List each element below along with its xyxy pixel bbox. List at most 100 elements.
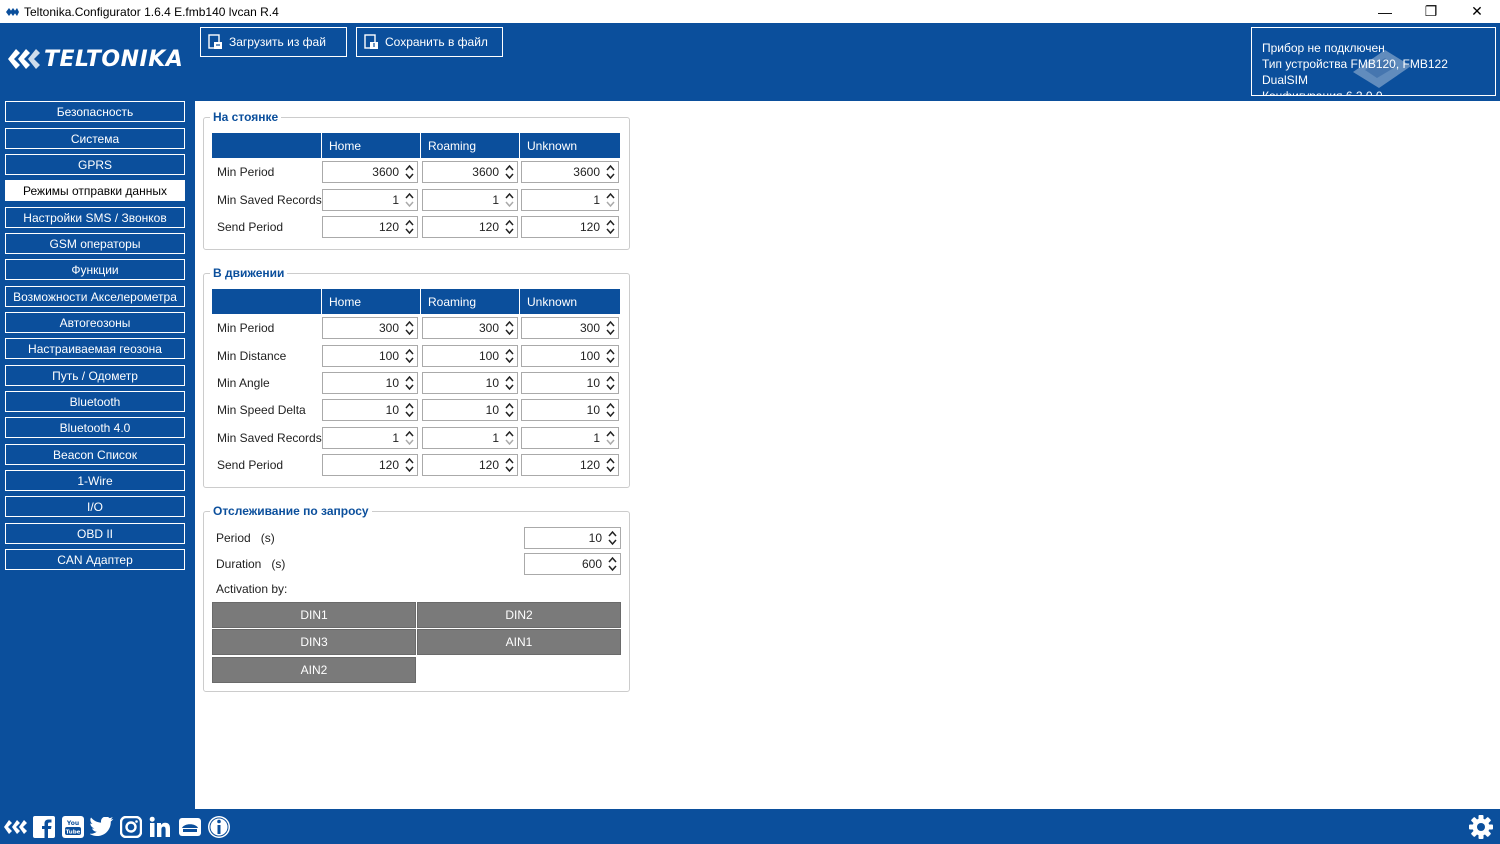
spin-arrows-icon[interactable] (403, 163, 415, 181)
spin-arrows-icon[interactable] (403, 429, 415, 447)
spin-arrows-icon[interactable] (503, 191, 515, 209)
stopped-min-saved-records-unknown[interactable]: 1 (521, 189, 619, 211)
stopped-min-period-unknown[interactable]: 3600 (521, 161, 619, 183)
sidebar-item-data-acquisition[interactable]: Режимы отправки данных (5, 180, 185, 201)
sidebar-item-1-wire[interactable]: 1-Wire (5, 470, 185, 491)
save-to-file-button[interactable]: Сохранить в файл (356, 27, 503, 57)
stopped-min-saved-records-home[interactable]: 1 (322, 189, 418, 211)
moving-min-distance-roaming[interactable]: 100 (422, 345, 518, 367)
sidebar-item-sms-call-settings[interactable]: Настройки SMS / Звонков (5, 207, 185, 228)
moving-min-speed-delta-home[interactable]: 10 (322, 399, 418, 421)
twitter-icon[interactable] (90, 815, 114, 839)
spin-arrows-icon[interactable] (606, 555, 618, 573)
spin-arrows-icon[interactable] (604, 347, 616, 365)
instagram-icon[interactable] (119, 815, 143, 839)
youtube-icon[interactable]: You Tube (61, 815, 85, 839)
moving-send-period-unknown[interactable]: 120 (521, 454, 619, 476)
stopped-min-saved-records-roaming[interactable]: 1 (422, 189, 518, 211)
sidebar-item-auto-geofence[interactable]: Автогеозоны (5, 312, 185, 333)
activation-ain1-button[interactable]: AIN1 (417, 629, 621, 655)
spin-arrows-icon[interactable] (503, 163, 515, 181)
spin-arrows-icon[interactable] (503, 401, 515, 419)
load-from-file-button[interactable]: Загрузить из фай (200, 27, 347, 57)
chat-icon[interactable] (178, 815, 202, 839)
settings-gear-icon[interactable] (1468, 814, 1494, 840)
sidebar-item-system[interactable]: Система (5, 128, 185, 149)
stopped-send-period-roaming[interactable]: 120 (422, 216, 518, 238)
sidebar-item-bluetooth[interactable]: Bluetooth (5, 391, 185, 412)
moving-min-speed-delta-roaming[interactable]: 10 (422, 399, 518, 421)
moving-min-saved-records-unknown[interactable]: 1 (521, 427, 619, 449)
sidebar-item-gsm-operators[interactable]: GSM операторы (5, 233, 185, 254)
moving-min-saved-records-home[interactable]: 1 (322, 427, 418, 449)
spin-arrows-icon[interactable] (604, 191, 616, 209)
activation-din3-button[interactable]: DIN3 (212, 629, 416, 655)
spin-arrows-icon[interactable] (604, 429, 616, 447)
duration-label: Duration (s) (216, 557, 286, 571)
linkedin-icon[interactable] (148, 815, 172, 839)
spin-arrows-icon[interactable] (604, 374, 616, 392)
sidebar-item-accelerometer[interactable]: Возможности Акселерометра (5, 286, 185, 307)
spin-arrows-icon[interactable] (403, 191, 415, 209)
moving-min-period-home[interactable]: 300 (322, 317, 418, 339)
period-input[interactable]: 10 (524, 527, 621, 549)
spin-arrows-icon[interactable] (604, 319, 616, 337)
sidebar-item-trip-odometer[interactable]: Путь / Одометр (5, 365, 185, 386)
spin-arrows-icon[interactable] (604, 163, 616, 181)
logo-text: TELTONIKA (44, 46, 184, 72)
teltonika-icon[interactable] (3, 815, 27, 839)
moving-min-angle-home[interactable]: 10 (322, 372, 418, 394)
spin-arrows-icon[interactable] (403, 374, 415, 392)
spin-arrows-icon[interactable] (604, 401, 616, 419)
activation-din1-button[interactable]: DIN1 (212, 602, 416, 628)
stopped-send-period-home[interactable]: 120 (322, 216, 418, 238)
spin-arrows-icon[interactable] (503, 429, 515, 447)
moving-min-saved-records-roaming[interactable]: 1 (422, 427, 518, 449)
sidebar-item-beacon-list[interactable]: Beacon Список (5, 444, 185, 465)
stopped-min-period-home[interactable]: 3600 (322, 161, 418, 183)
moving-min-distance-unknown[interactable]: 100 (521, 345, 619, 367)
minimize-button[interactable]: — (1362, 0, 1408, 23)
moving-row-label: Min Period (217, 321, 275, 335)
close-button[interactable]: ✕ (1454, 0, 1500, 23)
spin-arrows-icon[interactable] (403, 319, 415, 337)
moving-min-angle-roaming[interactable]: 10 (422, 372, 518, 394)
duration-input[interactable]: 600 (524, 553, 621, 575)
moving-min-angle-unknown[interactable]: 10 (521, 372, 619, 394)
stopped-send-period-unknown[interactable]: 120 (521, 216, 619, 238)
sidebar-item-obd-ii[interactable]: OBD II (5, 523, 185, 544)
spin-arrows-icon[interactable] (403, 456, 415, 474)
spin-arrows-icon[interactable] (503, 319, 515, 337)
facebook-icon[interactable] (32, 815, 56, 839)
moving-min-speed-delta-unknown[interactable]: 10 (521, 399, 619, 421)
sidebar-item-bluetooth-4[interactable]: Bluetooth 4.0 (5, 417, 185, 438)
footer-bar: You Tube (0, 809, 1500, 844)
activation-ain2-button[interactable]: AIN2 (212, 657, 416, 683)
sidebar-item-gprs[interactable]: GPRS (5, 154, 185, 175)
spin-arrows-icon[interactable] (503, 218, 515, 236)
sidebar-item-security[interactable]: Безопасность (5, 101, 185, 122)
spin-arrows-icon[interactable] (604, 456, 616, 474)
activation-din2-button[interactable]: DIN2 (417, 602, 621, 628)
sidebar-item-features[interactable]: Функции (5, 259, 185, 280)
moving-send-period-roaming[interactable]: 120 (422, 454, 518, 476)
moving-min-period-unknown[interactable]: 300 (521, 317, 619, 339)
sidebar-item-can-adapter[interactable]: CAN Адаптер (5, 549, 185, 570)
info-icon[interactable] (207, 815, 231, 839)
spin-arrows-icon[interactable] (503, 347, 515, 365)
moving-min-distance-home[interactable]: 100 (322, 345, 418, 367)
spin-arrows-icon[interactable] (403, 347, 415, 365)
spin-arrows-icon[interactable] (503, 374, 515, 392)
spin-arrows-icon[interactable] (503, 456, 515, 474)
spin-arrows-icon[interactable] (403, 401, 415, 419)
spin-arrows-icon[interactable] (606, 529, 618, 547)
moving-min-period-roaming[interactable]: 300 (422, 317, 518, 339)
stopped-min-period-roaming[interactable]: 3600 (422, 161, 518, 183)
sidebar-item-manual-geofence[interactable]: Настраиваемая геозона (5, 338, 185, 359)
maximize-button[interactable]: ❐ (1408, 0, 1454, 23)
stopped-col-roaming: Roaming (421, 133, 519, 158)
spin-arrows-icon[interactable] (403, 218, 415, 236)
sidebar-item-io[interactable]: I/O (5, 496, 185, 517)
moving-send-period-home[interactable]: 120 (322, 454, 418, 476)
spin-arrows-icon[interactable] (604, 218, 616, 236)
